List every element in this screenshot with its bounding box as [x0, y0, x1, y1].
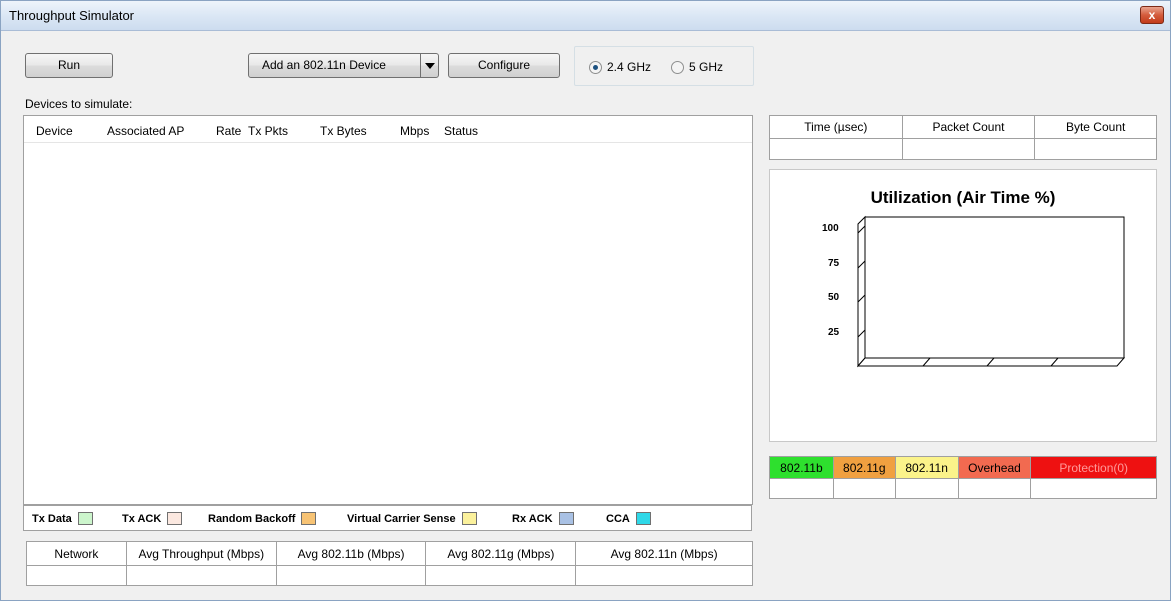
- summary-column-header: Avg 802.11g (Mbps): [425, 541, 577, 566]
- util-value-cell: [894, 478, 959, 499]
- summary-cell: [425, 565, 577, 586]
- column-header[interactable]: Tx Pkts: [248, 124, 288, 138]
- util-value-cell: [957, 478, 1032, 499]
- summary-cell: [125, 565, 277, 586]
- activity-legend: Tx Data Tx ACK Random Backoff Virtual Ca…: [23, 504, 752, 531]
- radio-checked-icon: [589, 60, 602, 74]
- legend-item: Tx ACK: [122, 512, 183, 525]
- legend-item: Rx ACK: [512, 512, 574, 525]
- column-header[interactable]: Device: [36, 124, 73, 138]
- devices-list[interactable]: Device Associated AP Rate Tx Pkts Tx Byt…: [23, 115, 753, 505]
- util-cell-802-11n: 802.11n: [894, 456, 959, 479]
- chart-back-wall: [864, 216, 1125, 359]
- configure-button[interactable]: Configure: [448, 53, 560, 78]
- legend-swatch: [77, 512, 93, 525]
- util-cell-802-11b: 802.11b: [769, 456, 834, 479]
- summary-column-header: Network: [26, 541, 127, 566]
- stats-column-header: Time (µsec): [769, 115, 903, 139]
- util-label: Overhead: [968, 460, 1021, 475]
- util-cell-802-11g: 802.11g: [832, 456, 896, 479]
- radio-band-2-4ghz[interactable]: 2.4 GHz: [589, 60, 651, 74]
- legend-item: Tx Data: [32, 512, 93, 525]
- radio-band-5ghz[interactable]: 5 GHz: [671, 60, 723, 74]
- legend-swatch: [635, 512, 651, 525]
- stats-table: Time (µsec) Packet Count Byte Count: [769, 115, 1157, 160]
- util-value-cell: [769, 478, 834, 499]
- column-header[interactable]: Associated AP: [107, 124, 184, 138]
- legend-label: CCA: [606, 512, 630, 525]
- chevron-down-icon[interactable]: [420, 54, 438, 77]
- summary-cell: [26, 565, 127, 586]
- legend-swatch: [301, 512, 317, 525]
- summary-column-header: Avg 802.11b (Mbps): [275, 541, 427, 566]
- radio-label: 2.4 GHz: [607, 60, 652, 74]
- chart-left-wall: [857, 215, 866, 368]
- summary-column-header: Avg 802.11n (Mbps): [575, 541, 753, 566]
- stats-cell: [1034, 138, 1157, 160]
- stats-column-header: Packet Count: [901, 115, 1036, 139]
- util-label: Protection(0): [1059, 460, 1129, 475]
- legend-swatch: [558, 512, 574, 525]
- util-label: 802.11g: [843, 460, 886, 475]
- util-cell-overhead: Overhead: [957, 456, 1032, 479]
- summary-cell: [575, 565, 753, 586]
- title-bar: Throughput Simulator x: [1, 1, 1170, 31]
- legend-item: CCA: [606, 512, 651, 525]
- util-value-cell: [1030, 478, 1157, 499]
- legend-label: Rx ACK: [512, 512, 553, 525]
- column-header[interactable]: Rate: [216, 124, 241, 138]
- chart-plot-area: [856, 215, 1126, 368]
- close-button[interactable]: x: [1140, 6, 1164, 24]
- add-device-dropdown[interactable]: Add an 802.11n Device: [248, 53, 439, 78]
- stats-cell: [901, 138, 1036, 160]
- legend-label: Random Backoff: [208, 512, 296, 525]
- column-header[interactable]: Mbps: [400, 124, 429, 138]
- devices-caption: Devices to simulate:: [25, 97, 133, 111]
- legend-label: Tx Data: [32, 512, 72, 525]
- util-value-cell: [832, 478, 896, 499]
- band-selector: 2.4 GHz 5 GHz: [574, 46, 754, 86]
- window-title: Throughput Simulator: [9, 8, 135, 23]
- legend-swatch: [167, 512, 183, 525]
- stats-column-header: Byte Count: [1034, 115, 1157, 139]
- utilization-chart: Utilization (Air Time %) 100 75 50 25: [769, 169, 1157, 442]
- legend-label: Virtual Carrier Sense: [347, 512, 456, 525]
- legend-item: Random Backoff: [208, 512, 317, 525]
- summary-table: Network Avg Throughput (Mbps) Avg 802.11…: [26, 541, 753, 586]
- column-header[interactable]: Status: [444, 124, 478, 138]
- utilization-table: 802.11b 802.11g 802.11n Overhead Protect…: [769, 456, 1157, 499]
- legend-label: Tx ACK: [122, 512, 162, 525]
- legend-item: Virtual Carrier Sense: [347, 512, 477, 525]
- devices-list-header: Device Associated AP Rate Tx Pkts Tx Byt…: [24, 116, 752, 143]
- column-header[interactable]: Tx Bytes: [320, 124, 367, 138]
- summary-cell: [275, 565, 427, 586]
- radio-label: 5 GHz: [689, 60, 724, 74]
- util-cell-protection: Protection(0): [1030, 456, 1157, 479]
- run-button[interactable]: Run: [25, 53, 113, 78]
- summary-column-header: Avg Throughput (Mbps): [125, 541, 277, 566]
- main-window: Throughput Simulator x Run Add an 802.11…: [0, 0, 1171, 601]
- util-label: 802.11n: [905, 460, 948, 475]
- legend-swatch: [461, 512, 477, 525]
- util-label: 802.11b: [780, 460, 823, 475]
- add-device-label: Add an 802.11n Device: [262, 58, 386, 72]
- radio-unchecked-icon: [671, 60, 684, 74]
- stats-cell: [769, 138, 903, 160]
